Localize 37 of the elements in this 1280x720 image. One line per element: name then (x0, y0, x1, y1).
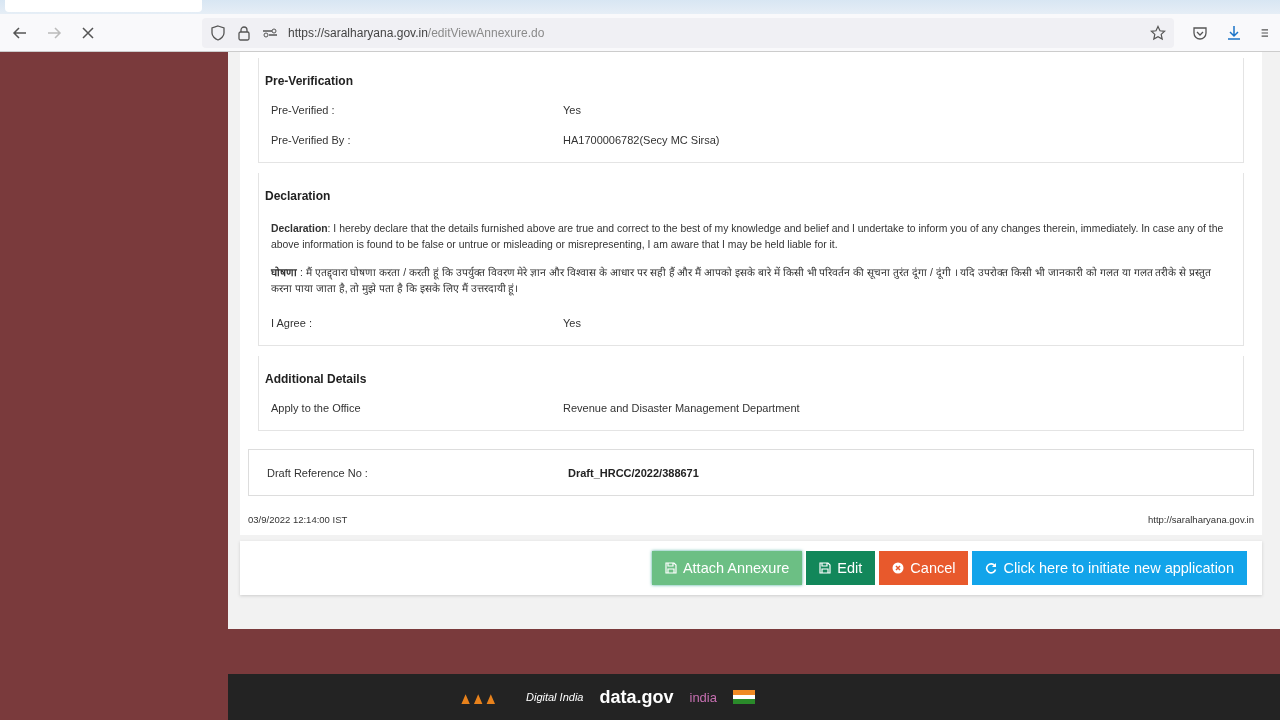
save-icon (664, 562, 677, 574)
draft-reference-value: Draft_HRCC/2022/388671 (568, 466, 699, 479)
field-label: Apply to the Office (271, 402, 362, 416)
declaration-text: घोषणा : मैं एतद्द्वारा घोषणा करता / करती हूं कि उपर्युक्त विवरण मेरे ज्ञान और विश्वास के आधार पर सही हैं और मैं आपको इसके बारे में किसी भी परिवर्तन की सूचना तुरंत दूंगा / दूंगी । यदि उपरोक्त किसी भी जानकारी को गलत या गलत तरीके से प्रस्तुत करना पाया जाता है, तो मुझे पता है कि इसके लिए मैं उत्तरदायी हूं। (271, 265, 1213, 297)
field-label: Pre-Verified By : (271, 134, 352, 148)
timestamp: 03/9/2022 12:14:00 IST (248, 514, 348, 525)
download-icon[interactable] (1226, 24, 1242, 41)
section-title: Additional Details (264, 371, 368, 388)
field-value: HA1700006782(Secy MC Sirsa) (563, 134, 720, 148)
cancel-icon (892, 562, 905, 574)
lock-icon[interactable] (236, 24, 252, 41)
refresh-icon (985, 562, 998, 574)
back-icon[interactable] (12, 24, 28, 41)
site-link[interactable]: http://saralharyana.gov.in (1148, 514, 1254, 525)
pocket-icon[interactable] (1192, 24, 1208, 41)
save-icon (819, 562, 832, 574)
action-button[interactable]: Edit (806, 551, 876, 585)
field-value: Yes (563, 317, 581, 331)
url-text[interactable]: https://saralharyana.gov.in/editViewAnnexure.do (288, 25, 545, 40)
footer-logo-text: data.gov (599, 686, 674, 708)
section-title: Pre-Verification (264, 73, 355, 90)
field-value: Yes (563, 104, 581, 118)
flag-icon (732, 690, 755, 704)
footer-logo-text: india (689, 689, 717, 705)
field-label: Pre-Verified : (271, 104, 336, 118)
shield-icon[interactable] (210, 24, 226, 41)
section-title: Declaration (264, 188, 332, 205)
field-value: Revenue and Disaster Management Department (563, 402, 800, 416)
action-button[interactable]: Cancel (879, 551, 969, 585)
declaration-text: Declaration: I hereby declare that the details furnished above are true and correct to the best of my knowledge and belief and I undertake to inform you of any changes therein, immediately. In case any of the above information is found to be false or untrue or misleading or misrepresenting, I am aware that I may be held liable for it. (271, 222, 1225, 252)
field-label: Draft Reference No : (267, 466, 369, 479)
action-button[interactable]: Click here to initiate new application (972, 551, 1247, 585)
close-icon[interactable] (80, 24, 96, 41)
address-bar[interactable]: https://saralharyana.gov.in/editViewAnnexure.do (202, 17, 1174, 48)
field-label: I Agree : (271, 317, 313, 331)
bookmark-star-icon[interactable] (1150, 24, 1166, 41)
footer-logo-text: Digital India (526, 691, 584, 703)
